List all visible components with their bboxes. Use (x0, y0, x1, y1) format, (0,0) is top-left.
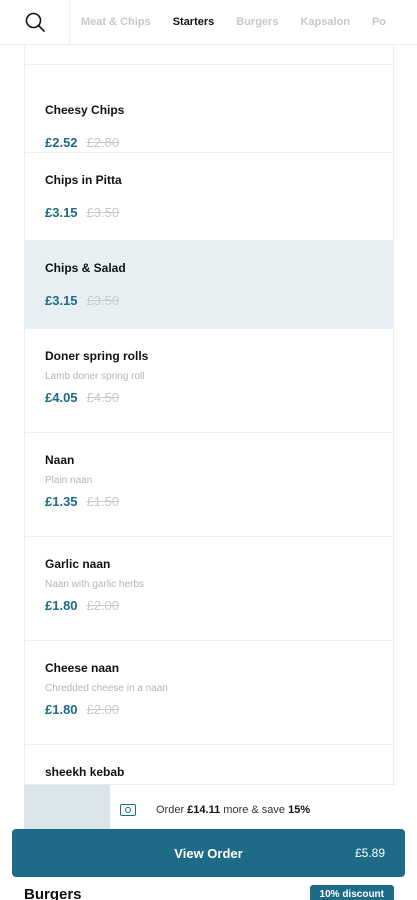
tab-burgers[interactable]: Burgers (225, 0, 289, 45)
item-name: Cheese naan (45, 661, 120, 675)
item-prices: £1.35 £1.50 (45, 494, 373, 509)
item-old-price: £2.00 (86, 598, 120, 613)
menu-item-garlic-naan[interactable]: Garlic naan Naan with garlic herbs £1.80… (25, 537, 393, 641)
item-old-price: £2.80 (86, 135, 120, 150)
menu-item-chips-in-pitta[interactable]: Chips in Pitta £3.15 £3.50 (25, 153, 393, 241)
item-price: £4.05 (45, 390, 78, 405)
item-prices: £1.80 £2.00 (45, 598, 373, 613)
item-name: Doner spring rolls (45, 349, 149, 363)
discount-ticket-icon (120, 803, 136, 816)
order-total: £5.89 (354, 846, 385, 860)
item-old-price: £3.50 (86, 293, 120, 308)
item-prices: £1.80 £2.00 (45, 702, 373, 717)
item-name: Naan (45, 453, 75, 467)
menu-item-chips-salad[interactable]: Chips & Salad £3.15 £3.50 (25, 241, 393, 329)
menu-item-doner-spring-rolls[interactable]: Doner spring rolls Lamb doner spring rol… (25, 329, 393, 433)
item-price: £2.52 (45, 135, 78, 150)
view-order-button[interactable]: View Order £5.89 (12, 829, 405, 877)
search-icon (25, 12, 45, 32)
item-description: Plain naan (45, 475, 93, 486)
item-price: £1.35 (45, 494, 78, 509)
item-old-price: £4.50 (86, 390, 120, 405)
item-prices: £3.15 £3.50 (45, 293, 373, 308)
menu-item-naan[interactable]: Naan Plain naan £1.35 £1.50 (25, 433, 393, 537)
menu-item-list: Cheesy Chips £2.52 £2.80 Chips in Pitta … (24, 45, 394, 805)
item-prices: £4.05 £4.50 (45, 390, 373, 405)
search-button[interactable] (0, 0, 70, 45)
promo-percent: 15% (288, 803, 311, 816)
item-old-price: £1.50 (86, 494, 120, 509)
list-top-spacer (25, 45, 393, 65)
promo-middle: more & save (220, 803, 289, 816)
item-old-price: £2.00 (86, 702, 120, 717)
menu-item-cheese-naan[interactable]: Cheese naan Chredded cheese in a naan £1… (25, 641, 393, 745)
item-prices: £3.15 £3.50 (45, 205, 373, 220)
item-prices: £2.52 £2.80 (45, 135, 373, 150)
view-order-label: View Order (174, 845, 243, 861)
item-price: £3.15 (45, 293, 78, 308)
item-name: Chips in Pitta (45, 173, 122, 187)
promo-progress-fill (24, 784, 110, 835)
tab-truncated[interactable]: Po (361, 0, 397, 45)
item-name: Chips & Salad (45, 261, 126, 275)
item-old-price: £3.50 (86, 205, 120, 220)
promo-amount: £14.11 (187, 803, 221, 816)
section-title: Burgers (24, 885, 82, 900)
item-description: Lamb doner spring roll (45, 371, 145, 382)
item-price: £1.80 (45, 598, 78, 613)
item-description: Chredded cheese in a naan (45, 683, 168, 694)
item-description: Naan with garlic herbs (45, 579, 144, 590)
category-tabs: Meat & Chips Starters Burgers Kapsalon P… (70, 0, 397, 45)
category-nav-bar: Meat & Chips Starters Burgers Kapsalon P… (0, 0, 417, 45)
item-price: £1.80 (45, 702, 78, 717)
tab-kapsalon[interactable]: Kapsalon (289, 0, 361, 45)
section-header-burgers: Burgers 10% discount (24, 884, 394, 900)
promo-text: Order £14.11 more & save 15% (156, 804, 310, 816)
item-name: sheekh kebab (45, 765, 125, 779)
promo-prefix: Order (156, 803, 188, 816)
item-name: Cheesy Chips (45, 103, 125, 117)
discount-badge: 10% discount (309, 884, 394, 900)
tab-meat-chips[interactable]: Meat & Chips (70, 0, 162, 45)
discount-promo-banner: Order £14.11 more & save 15% (24, 784, 396, 835)
tab-starters[interactable]: Starters (162, 0, 226, 45)
item-name: Garlic naan (45, 557, 111, 571)
menu-item-cheesy-chips[interactable]: Cheesy Chips £2.52 £2.80 (25, 65, 393, 153)
item-price: £3.15 (45, 205, 78, 220)
